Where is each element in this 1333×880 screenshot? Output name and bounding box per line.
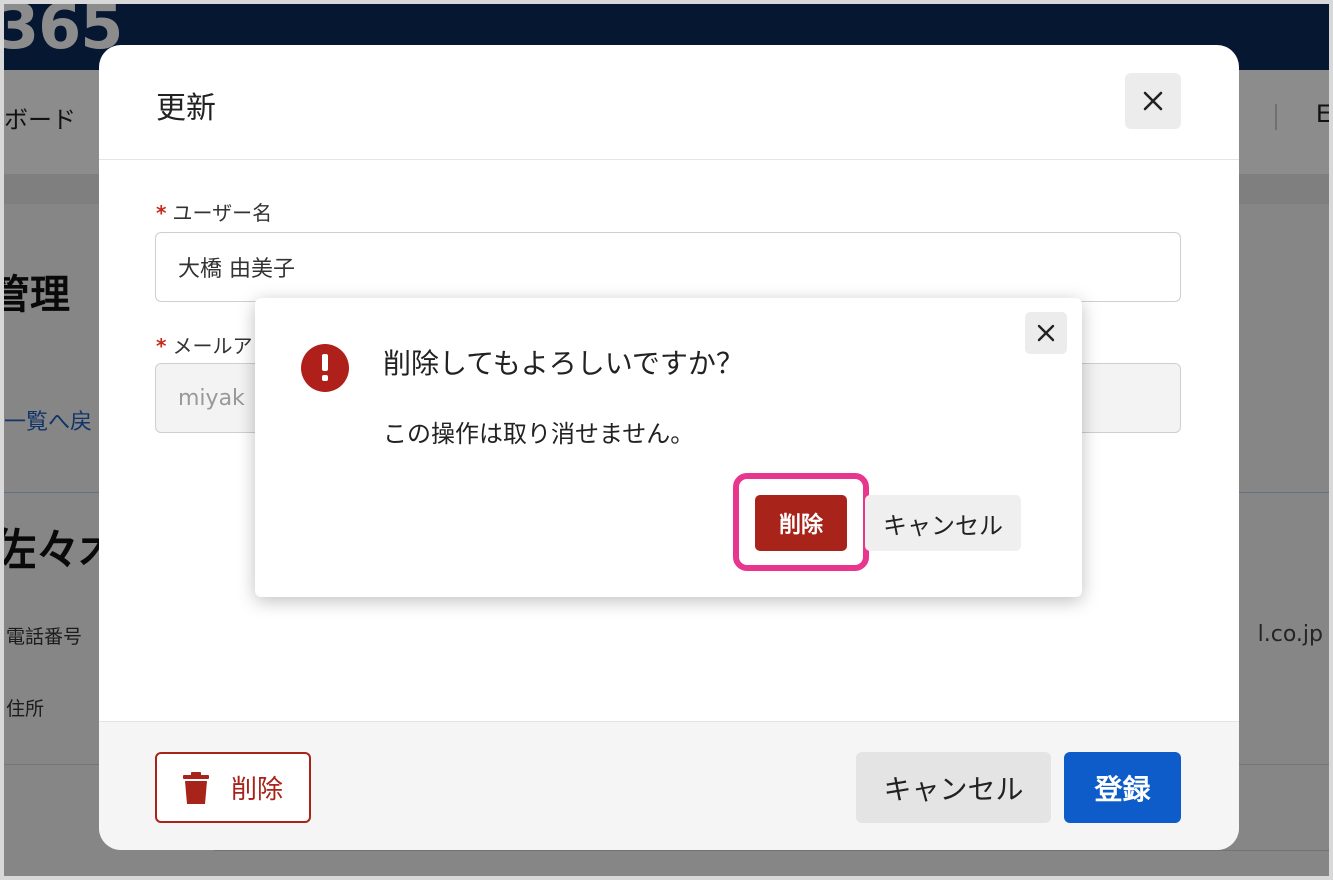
username-input[interactable] bbox=[155, 232, 1181, 302]
update-modal-header: 更新 bbox=[99, 45, 1239, 160]
register-button[interactable]: 登録 bbox=[1064, 752, 1181, 823]
exclamation-circle-icon bbox=[301, 344, 349, 392]
trash-icon bbox=[182, 771, 209, 804]
confirm-cancel-button[interactable]: キャンセル bbox=[865, 495, 1021, 551]
cancel-button[interactable]: キャンセル bbox=[856, 752, 1051, 823]
update-modal-close-button[interactable] bbox=[1125, 73, 1181, 129]
update-modal-footer: 削除 キャンセル 登録 bbox=[99, 721, 1239, 850]
required-mark: * bbox=[156, 334, 167, 358]
close-icon bbox=[1143, 91, 1163, 111]
confirm-message: この操作は取り消せません。 bbox=[383, 420, 695, 448]
required-mark: * bbox=[156, 201, 167, 225]
email-label: * メールア bbox=[156, 334, 253, 358]
delete-button[interactable]: 削除 bbox=[155, 752, 311, 823]
confirm-close-button[interactable] bbox=[1025, 312, 1067, 354]
screenshot-frame: 365 ボード E 管理 一覧へ戻 佐々木 電話番号 住所 l.co.jp 更新… bbox=[0, 0, 1333, 880]
update-modal-title: 更新 bbox=[156, 91, 216, 126]
confirm-delete-dialog: 削除してもよろしいですか？ この操作は取り消せません。 削除 キャンセル bbox=[255, 298, 1082, 597]
confirm-title: 削除してもよろしいですか？ bbox=[383, 347, 744, 380]
username-label: * ユーザー名 bbox=[156, 201, 273, 225]
close-icon bbox=[1037, 324, 1055, 342]
confirm-delete-button[interactable]: 削除 bbox=[755, 495, 847, 551]
